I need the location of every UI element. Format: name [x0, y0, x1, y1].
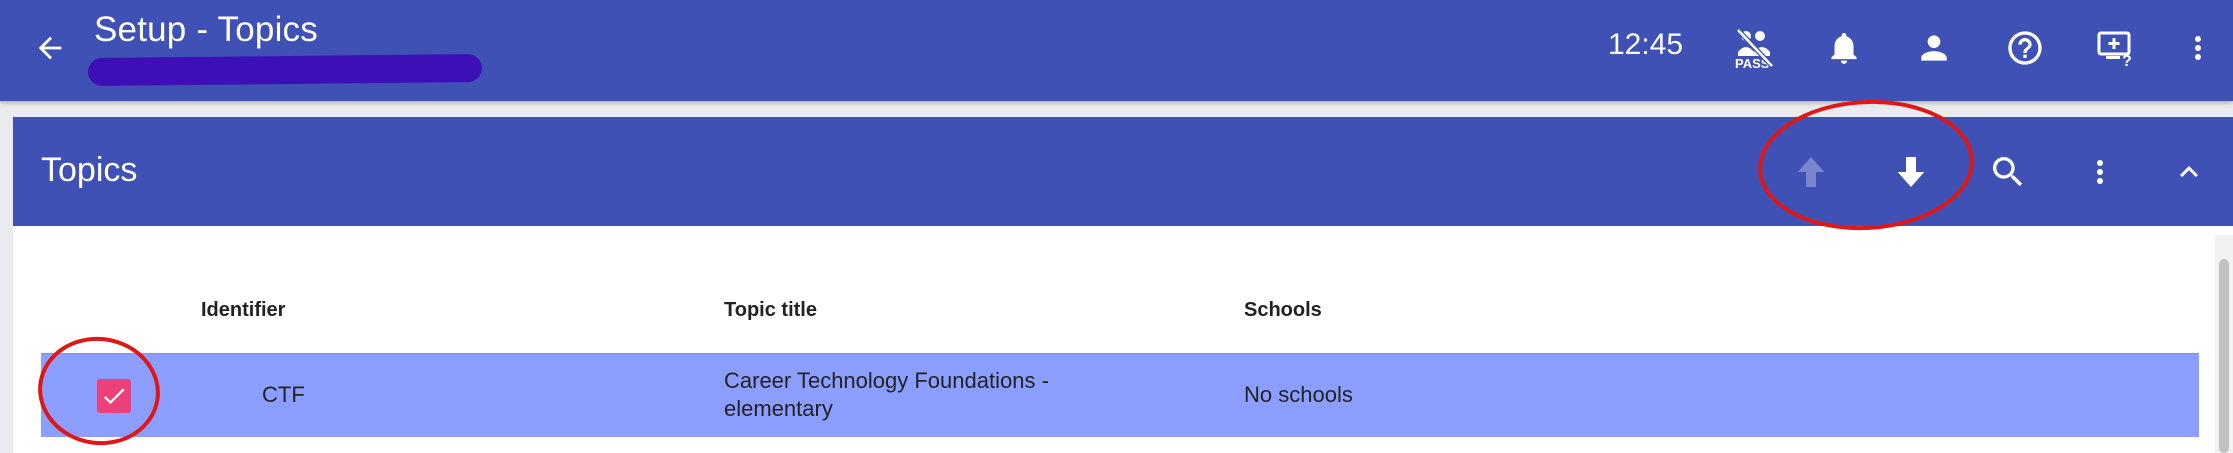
card-title: Topics — [41, 151, 138, 189]
bell-icon — [1831, 32, 1857, 64]
cell-topic-title: Career Technology Foundations - elementa… — [724, 367, 1049, 423]
search-button[interactable] — [1979, 143, 2037, 201]
search-icon — [1993, 157, 2023, 187]
card-header: Topics — [13, 117, 2233, 226]
collapse-icon — [2180, 166, 2198, 178]
svg-text:?: ? — [2122, 53, 2132, 68]
move-down-button[interactable] — [1882, 143, 1940, 201]
vertical-scrollbar[interactable] — [2215, 235, 2233, 453]
move-up-button[interactable] — [1782, 143, 1840, 201]
cell-topic-title-line2: elementary — [724, 396, 833, 421]
screen-help-icon: ? — [2097, 31, 2132, 68]
help-button[interactable] — [1997, 20, 2053, 76]
person-icon — [1921, 35, 1947, 61]
screen-help-button[interactable]: ? — [2088, 20, 2144, 76]
collapse-button[interactable] — [2160, 143, 2218, 201]
cell-schools: No schools — [1244, 382, 1353, 407]
row-checkbox[interactable] — [97, 379, 131, 413]
cell-topic-title-line1: Career Technology Foundations - — [724, 368, 1049, 393]
back-button[interactable] — [24, 22, 76, 74]
pass-off-icon: PASS — [1735, 28, 1774, 70]
pass-off-button[interactable]: PASS — [1726, 20, 1782, 76]
app-bar: Setup - Topics 12:45 PASS ? — [0, 0, 2233, 101]
notifications-button[interactable] — [1816, 20, 1872, 76]
back-arrow-icon — [38, 36, 62, 60]
cell-identifier: CTF — [262, 382, 305, 407]
column-header-topic-title[interactable]: Topic title — [724, 299, 817, 322]
move-up-icon — [1797, 157, 1825, 187]
checkmark-icon — [103, 388, 125, 405]
column-header-schools[interactable]: Schools — [1244, 299, 1322, 322]
move-down-icon — [1897, 157, 1925, 187]
clock: 12:45 — [1608, 28, 1684, 61]
card-more-button[interactable] — [2071, 143, 2129, 201]
more-menu-button[interactable] — [2178, 20, 2218, 76]
column-header-identifier[interactable]: Identifier — [201, 299, 285, 322]
more-vert-icon — [2195, 36, 2201, 60]
scrollbar-thumb[interactable] — [2219, 259, 2229, 453]
more-vert-icon — [2097, 160, 2103, 184]
redaction-mark — [87, 53, 483, 87]
table-row[interactable]: CTF Career Technology Foundations - elem… — [41, 353, 2199, 437]
table-header: Identifier Topic title Schools — [41, 289, 2201, 329]
topics-card: Topics Identifier Topic title Schools CT… — [13, 117, 2233, 453]
account-button[interactable] — [1906, 20, 1962, 76]
page-title: Setup - Topics — [94, 10, 318, 49]
help-icon — [2008, 31, 2042, 65]
